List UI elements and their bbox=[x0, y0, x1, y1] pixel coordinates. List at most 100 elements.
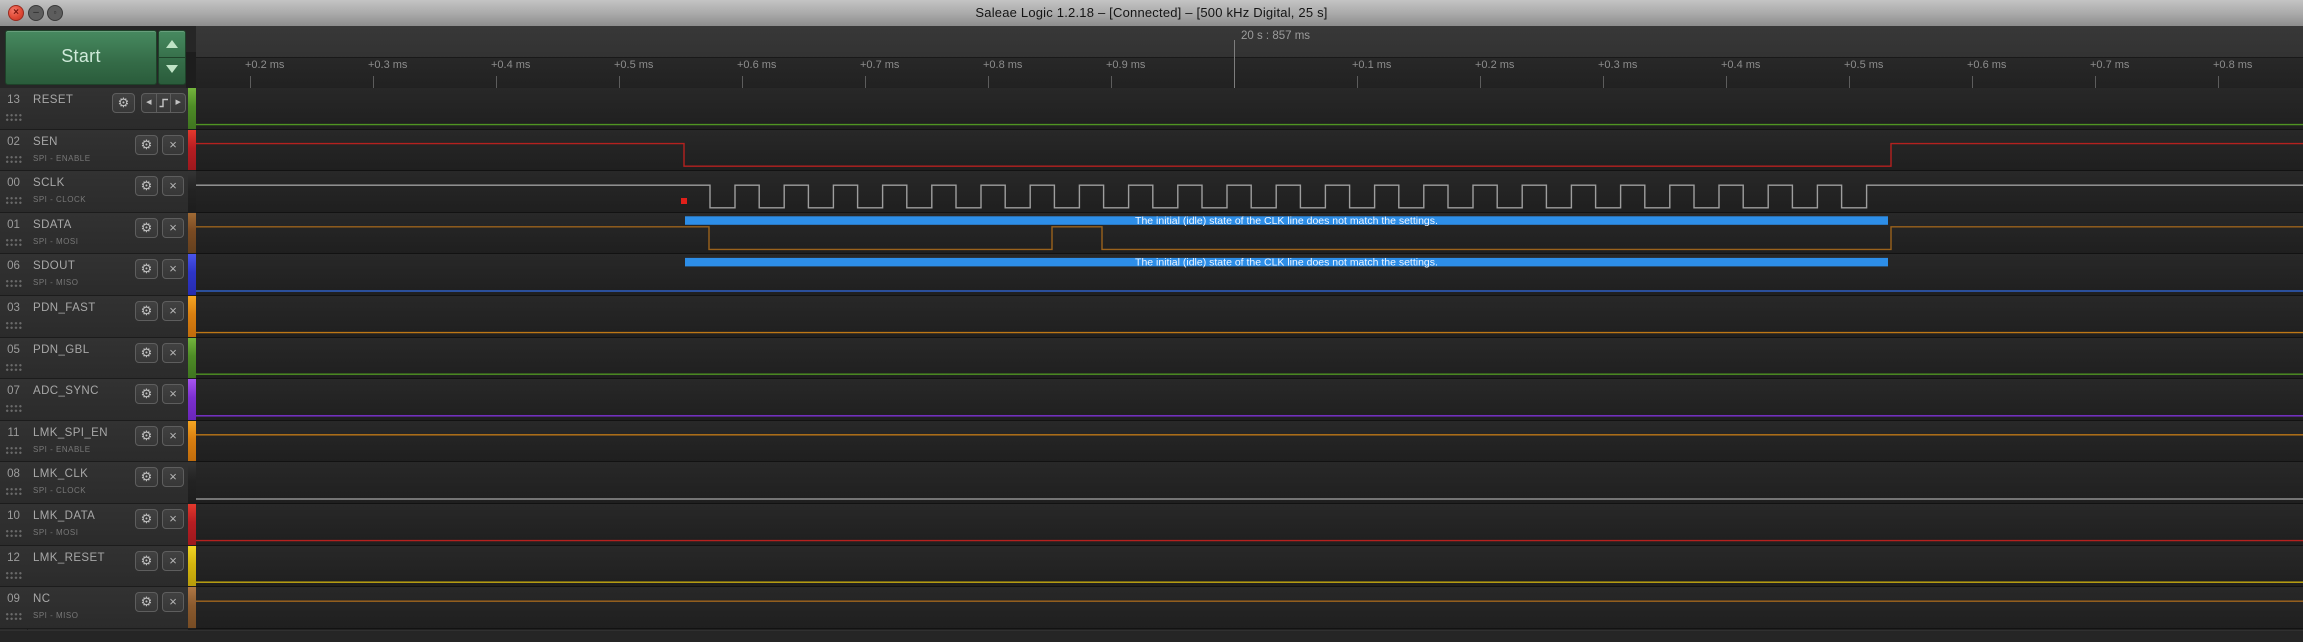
channel-row-nc[interactable]: 09 NC SPI - MISO ⚙ × bbox=[0, 587, 188, 629]
waveform-area[interactable]: The initial (idle) state of the CLK line… bbox=[196, 88, 2303, 641]
channel-remove-button[interactable]: × bbox=[162, 301, 184, 321]
channel-protocol-label: SPI - MOSI bbox=[33, 528, 79, 537]
ruler-tick bbox=[1972, 76, 1973, 88]
drag-handle-icon[interactable] bbox=[5, 321, 22, 330]
channel-number: 07 bbox=[7, 385, 20, 398]
ruler-tick-label: +0.2 ms bbox=[245, 59, 285, 71]
channel-settings-button[interactable]: ⚙ bbox=[135, 384, 158, 405]
drag-handle-icon[interactable] bbox=[5, 529, 22, 538]
drag-handle-icon[interactable] bbox=[5, 237, 22, 247]
drag-handle-icon[interactable] bbox=[5, 404, 22, 414]
drag-handle-icon[interactable] bbox=[5, 196, 22, 206]
channel-protocol-label: SPI - MOSI bbox=[33, 236, 79, 246]
channel-color-strip bbox=[188, 171, 196, 212]
drag-handle-icon[interactable] bbox=[5, 362, 22, 372]
channel-number: 10 bbox=[7, 510, 20, 522]
channel-name: SEN bbox=[33, 135, 58, 148]
channel-row-lmk_spi_en[interactable]: 11 LMK_SPI_EN SPI - ENABLE ⚙ × bbox=[0, 420, 188, 463]
channel-row-pdn_fast[interactable]: 03 PDN_FAST ⚙ × bbox=[0, 296, 188, 338]
ruler-tick-label: +0.5 ms bbox=[614, 59, 654, 71]
channel-settings-button[interactable]: ⚙ bbox=[135, 259, 158, 280]
channel-remove-button[interactable]: × bbox=[162, 134, 184, 155]
channel-row-lmk_reset[interactable]: 12 LMK_RESET ⚙ × bbox=[0, 545, 188, 588]
channel-row-adc_sync[interactable]: 07 ADC_SYNC ⚙ × bbox=[0, 379, 188, 421]
channel-row-sen[interactable]: 02 SEN SPI - ENABLE ⚙ × bbox=[0, 129, 188, 172]
channel-settings-button[interactable]: ⚙ bbox=[135, 592, 158, 613]
channel-settings-button[interactable]: ⚙ bbox=[135, 176, 158, 197]
ruler-tick-label: +0.6 ms bbox=[737, 59, 777, 71]
channel-protocol-label: SPI - ENABLE bbox=[33, 153, 91, 163]
channel-name: PDN_FAST bbox=[33, 302, 96, 314]
channel-number: 02 bbox=[7, 135, 20, 148]
ruler-tick-label: +0.7 ms bbox=[860, 59, 900, 71]
channel-remove-button[interactable]: × bbox=[162, 176, 184, 197]
wave-sen bbox=[196, 142, 2303, 167]
channel-settings-button[interactable]: ⚙ bbox=[135, 550, 158, 571]
drag-handle-icon[interactable] bbox=[5, 487, 22, 497]
title-bar: × – ▫ Saleae Logic 1.2.18 – [Connected] … bbox=[0, 0, 2303, 27]
channel-protocol-label: SPI - CLOCK bbox=[33, 486, 87, 496]
channel-row-sdata[interactable]: 01 SDATA SPI - MOSI ⚙ × bbox=[0, 212, 188, 255]
ruler-tick-label: +0.1 ms bbox=[1352, 59, 1392, 71]
channel-row-pdn_gbl[interactable]: 05 PDN_GBL ⚙ × bbox=[0, 337, 188, 380]
channel-settings-button[interactable]: ⚙ bbox=[135, 301, 158, 321]
digital-waveforms[interactable]: The initial (idle) state of the CLK line… bbox=[196, 88, 2303, 641]
channel-number: 08 bbox=[7, 468, 20, 481]
drag-handle-icon[interactable] bbox=[5, 154, 22, 164]
drag-handle-icon[interactable] bbox=[5, 445, 22, 455]
trigger-edge-icon[interactable] bbox=[155, 94, 172, 112]
channel-settings-button[interactable]: ⚙ bbox=[112, 93, 135, 113]
channel-settings-button[interactable]: ⚙ bbox=[135, 467, 158, 488]
channel-row-sclk[interactable]: 00 SCLK SPI - CLOCK ⚙ × bbox=[0, 171, 188, 213]
drag-handle-icon[interactable] bbox=[5, 612, 22, 622]
ruler-tick bbox=[1849, 76, 1850, 88]
drag-handle-icon[interactable] bbox=[5, 570, 22, 580]
channel-remove-button[interactable]: × bbox=[162, 592, 184, 613]
chevron-down-icon[interactable] bbox=[166, 65, 178, 73]
channel-name: LMK_SPI_EN bbox=[33, 426, 108, 439]
channel-number: 12 bbox=[7, 551, 20, 564]
ruler-tick bbox=[742, 76, 743, 88]
channel-color-strip bbox=[188, 88, 196, 129]
channel-name: RESET bbox=[33, 94, 74, 106]
channel-row-sdout[interactable]: 06 SDOUT SPI - MISO ⚙ × bbox=[0, 254, 188, 296]
channel-row-lmk_data[interactable]: 10 LMK_DATA SPI - MOSI ⚙ × bbox=[0, 504, 188, 546]
channel-number: 11 bbox=[7, 426, 20, 439]
channel-remove-button[interactable]: × bbox=[162, 342, 184, 363]
timeline-ruler[interactable]: 20 s : 857 ms +0.2 ms +0.3 ms +0.4 ms +0.5 … bbox=[196, 26, 2303, 89]
channel-color-strip bbox=[188, 129, 196, 171]
channel-remove-button[interactable]: × bbox=[162, 425, 184, 446]
channel-settings-button[interactable]: ⚙ bbox=[135, 217, 158, 238]
ruler-tick bbox=[373, 76, 374, 88]
channel-number: 00 bbox=[7, 177, 20, 190]
drag-handle-icon[interactable] bbox=[5, 279, 22, 289]
channel-number: 03 bbox=[7, 302, 20, 314]
channel-color-strip bbox=[188, 296, 196, 337]
drag-handle-icon[interactable] bbox=[5, 113, 22, 122]
trigger-prev-button[interactable]: ◀ bbox=[142, 94, 156, 112]
channel-settings-button[interactable]: ⚙ bbox=[135, 425, 158, 446]
capture-options-stepper[interactable] bbox=[158, 30, 186, 85]
ruler-tick bbox=[1480, 76, 1481, 88]
start-button-label: Start bbox=[61, 46, 101, 66]
chevron-up-icon[interactable] bbox=[166, 40, 178, 48]
channel-color-strip bbox=[188, 420, 196, 462]
channel-remove-button[interactable]: × bbox=[162, 550, 184, 571]
channel-remove-button[interactable]: × bbox=[162, 384, 184, 405]
ruler-tick bbox=[1726, 76, 1727, 88]
channel-settings-button[interactable]: ⚙ bbox=[135, 134, 158, 155]
channel-settings-button[interactable]: ⚙ bbox=[135, 342, 158, 363]
start-capture-button[interactable]: Start bbox=[5, 30, 157, 85]
channel-name: PDN_GBL bbox=[33, 343, 90, 356]
channel-remove-button[interactable]: × bbox=[162, 217, 184, 238]
channel-remove-button[interactable]: × bbox=[162, 259, 184, 280]
channel-color-strip bbox=[188, 587, 196, 628]
channel-remove-button[interactable]: × bbox=[162, 467, 184, 488]
timeline-major-label: 20 s : 857 ms bbox=[1241, 30, 1311, 42]
channel-remove-button[interactable]: × bbox=[162, 509, 184, 529]
channel-row-lmk_clk[interactable]: 08 LMK_CLK SPI - CLOCK ⚙ × bbox=[0, 462, 188, 504]
channel-row-reset[interactable]: 13 RESET ⚙ ◀ ▶ bbox=[0, 88, 188, 130]
trigger-next-button[interactable]: ▶ bbox=[171, 94, 185, 112]
channel-settings-button[interactable]: ⚙ bbox=[135, 509, 158, 529]
ruler-tick bbox=[619, 76, 620, 88]
